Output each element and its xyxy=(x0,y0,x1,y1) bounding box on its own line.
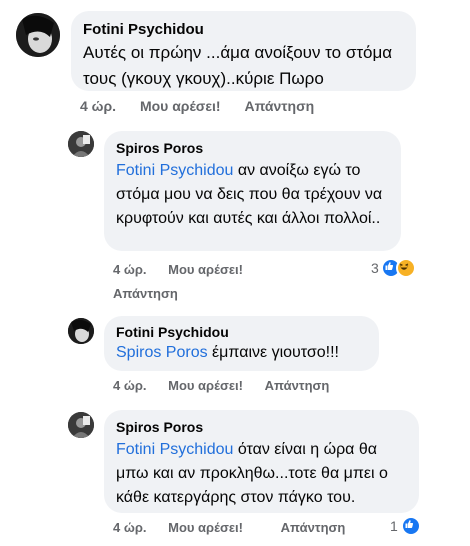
comment-actions: 4 ώρ. Μου αρέσει! Απάντηση xyxy=(113,378,329,393)
avatar[interactable] xyxy=(68,131,94,157)
haha-reaction-icon xyxy=(395,258,416,278)
comment-actions: 4 ώρ. Μου αρέσει! Απάντηση xyxy=(80,98,314,114)
mention-link[interactable]: Fotini Psychidou xyxy=(116,441,233,458)
avatar[interactable] xyxy=(16,13,60,57)
reply-button[interactable]: Απάντηση xyxy=(281,520,346,535)
comment-author[interactable]: Spiros Poros xyxy=(116,139,389,157)
mention-link[interactable]: Spiros Poros xyxy=(116,344,208,361)
comment-bubble: Fotini Psychidou Spiros Poros έμπαινε γι… xyxy=(104,316,379,371)
reaction-count: 1 xyxy=(390,518,398,534)
like-button[interactable]: Μου αρέσει! xyxy=(140,98,221,114)
comment-text-block: Fotini Psychidou όταν είναι η ώρα θα μπω… xyxy=(116,438,407,510)
comment-text: έμπαινε γιουτσο!!! xyxy=(207,344,339,361)
comment-time[interactable]: 4 ώρ. xyxy=(113,378,146,393)
comment-bubble: Spiros Poros Fotini Psychidou αν ανοίξω … xyxy=(104,131,401,251)
comment-author[interactable]: Fotini Psychidou xyxy=(116,323,367,341)
comment-time[interactable]: 4 ώρ. xyxy=(113,262,146,277)
reaction-summary[interactable]: 3 xyxy=(371,258,416,278)
mention-link[interactable]: Fotini Psychidou xyxy=(116,162,233,179)
comment-author[interactable]: Fotini Psychidou xyxy=(83,20,404,40)
comment-text-block: Fotini Psychidou αν ανοίξω εγώ το στόμα … xyxy=(116,159,389,231)
comment-actions: 4 ώρ. Μου αρέσει! xyxy=(113,262,243,277)
comment-author[interactable]: Spiros Poros xyxy=(116,418,407,436)
comment-text-block: Spiros Poros έμπαινε γιουτσο!!! xyxy=(116,341,367,365)
reply-button[interactable]: Απάντηση xyxy=(265,378,330,393)
comment-actions: 4 ώρ. Μου αρέσει! Απάντηση xyxy=(113,520,345,535)
comment-bubble: Spiros Poros Fotini Psychidou όταν είναι… xyxy=(104,410,419,513)
avatar[interactable] xyxy=(68,318,94,344)
like-button[interactable]: Μου αρέσει! xyxy=(168,262,243,277)
avatar[interactable] xyxy=(68,412,94,438)
reply-button[interactable]: Απάντηση xyxy=(244,98,314,114)
comment-actions-row2: Απάντηση xyxy=(113,286,178,301)
like-button[interactable]: Μου αρέσει! xyxy=(168,520,243,535)
comment-time[interactable]: 4 ώρ. xyxy=(113,520,146,535)
reply-button[interactable]: Απάντηση xyxy=(113,286,178,301)
comment-bubble: Fotini Psychidou Αυτές οι πρώην ...άμα α… xyxy=(71,11,416,91)
profile-photo-icon xyxy=(68,318,94,344)
reaction-summary[interactable]: 1 xyxy=(390,516,421,536)
profile-photo-icon xyxy=(68,412,94,438)
like-reaction-icon xyxy=(400,516,421,536)
like-button[interactable]: Μου αρέσει! xyxy=(168,378,243,393)
profile-photo-icon xyxy=(16,13,60,57)
comment-time[interactable]: 4 ώρ. xyxy=(80,98,116,114)
profile-photo-icon xyxy=(68,131,94,157)
comment-text: Αυτές οι πρώην ...άμα ανοίξουν το στόμα … xyxy=(83,43,393,88)
reaction-count: 3 xyxy=(371,260,379,276)
